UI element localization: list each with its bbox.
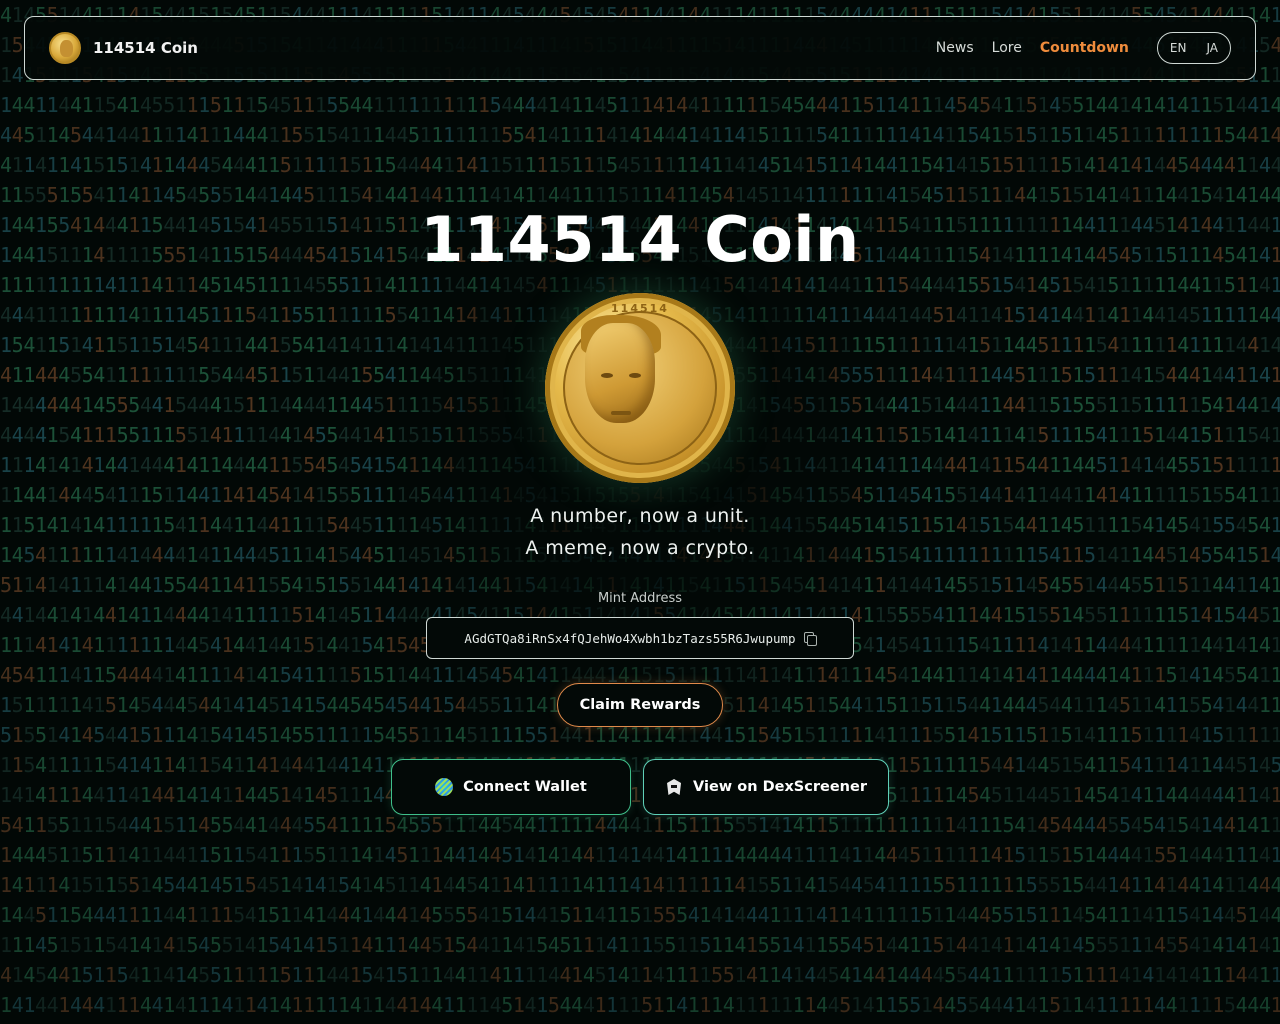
coin-image: 114514 bbox=[545, 293, 735, 483]
mint-address-value: AGdGTQa8iRnSx4fQJehWo4Xwbh1bzTazs55R6Jwu… bbox=[464, 630, 796, 646]
tagline-line-2: A meme, now a crypto. bbox=[525, 537, 755, 559]
connect-wallet-button[interactable]: Connect Wallet bbox=[391, 759, 631, 815]
mint-address-label: Mint Address bbox=[597, 591, 683, 606]
hero-title: 114514 Coin bbox=[420, 203, 860, 276]
dexscreener-button[interactable]: View on DexScreener bbox=[643, 759, 889, 815]
lang-ja[interactable]: JA bbox=[1206, 41, 1218, 55]
main-nav: News Lore Countdown EN JA bbox=[918, 32, 1231, 64]
nav-countdown[interactable]: Countdown bbox=[1040, 40, 1129, 56]
connect-wallet-label: Connect Wallet bbox=[463, 779, 587, 795]
wallet-icon bbox=[435, 778, 454, 796]
dexscreener-icon bbox=[665, 778, 683, 796]
nav-lore[interactable]: Lore bbox=[992, 40, 1022, 56]
coin-engraving: 114514 bbox=[611, 302, 669, 315]
claim-rewards-label: Claim Rewards bbox=[579, 697, 701, 713]
tagline-line-1: A number, now a unit. bbox=[530, 505, 750, 527]
coin-logo-icon bbox=[49, 32, 81, 64]
dexscreener-label: View on DexScreener bbox=[693, 779, 867, 795]
language-switcher[interactable]: EN JA bbox=[1156, 32, 1231, 64]
claim-rewards-button[interactable]: Claim Rewards bbox=[557, 683, 723, 727]
brand-name: 114514 Coin bbox=[93, 39, 198, 57]
copy-icon[interactable] bbox=[803, 631, 817, 646]
lang-en[interactable]: EN bbox=[1170, 41, 1187, 55]
mint-address-box[interactable]: AGdGTQa8iRnSx4fQJehWo4Xwbh1bzTazs55R6Jwu… bbox=[426, 617, 854, 659]
nav-news[interactable]: News bbox=[936, 40, 974, 56]
brand[interactable]: 114514 Coin bbox=[49, 32, 198, 64]
top-header: 114514 Coin News Lore Countdown EN JA bbox=[24, 16, 1256, 80]
